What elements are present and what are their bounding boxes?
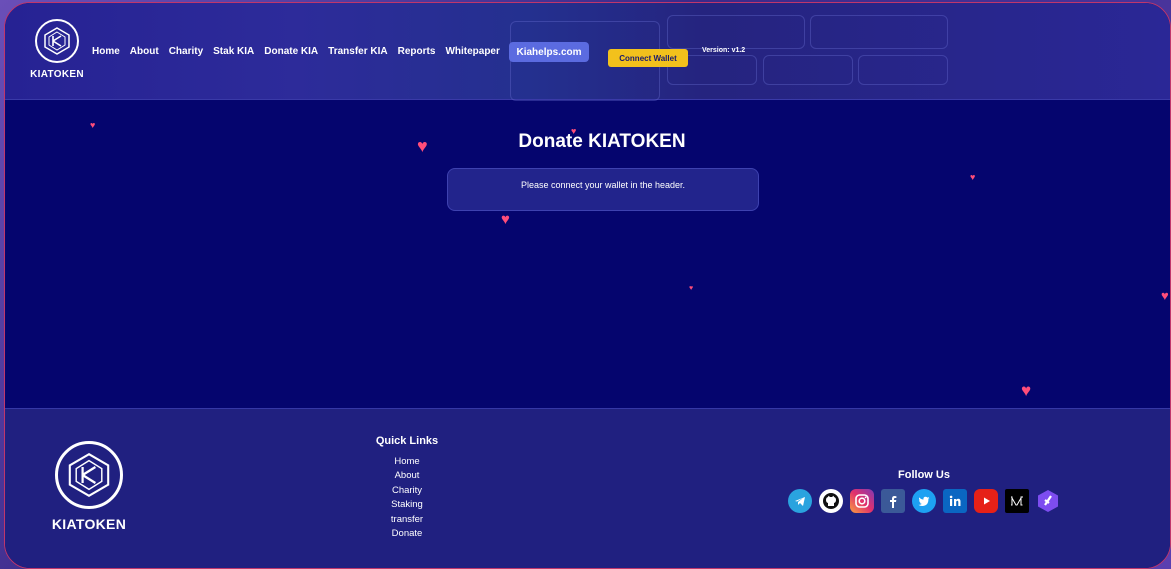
heart-icon: ♥ bbox=[1161, 288, 1169, 303]
heart-icon: ♥ bbox=[689, 285, 694, 292]
footer-link-donate[interactable]: Donate bbox=[367, 527, 447, 541]
heart-icon: ♥ bbox=[417, 136, 428, 156]
nav-transfer-kia[interactable]: Transfer KIA bbox=[328, 46, 387, 57]
facebook-icon[interactable] bbox=[881, 489, 905, 513]
connect-wallet-button[interactable]: Connect Wallet bbox=[608, 49, 688, 67]
github-icon[interactable] bbox=[819, 489, 843, 513]
quick-links: Quick Links Home About Charity Staking t… bbox=[367, 435, 447, 541]
kiahelps-link-button[interactable]: Kiahelps.com bbox=[509, 42, 589, 62]
heart-icon: ♥ bbox=[571, 126, 577, 136]
nav-about[interactable]: About bbox=[130, 46, 159, 57]
notice-text: Please connect your wallet in the header… bbox=[520, 180, 686, 190]
follow-us-title: Follow Us bbox=[898, 469, 950, 481]
version-label: Version: v1.2 bbox=[702, 47, 746, 54]
social-icons bbox=[769, 489, 1079, 513]
footer-link-home[interactable]: Home bbox=[367, 455, 447, 469]
youtube-icon[interactable] bbox=[974, 489, 998, 513]
header-logo[interactable]: KIATOKEN bbox=[27, 19, 87, 80]
footer-link-staking[interactable]: Staking bbox=[367, 498, 447, 512]
heart-icon: ♥ bbox=[501, 211, 510, 228]
kiatoken-logo-icon bbox=[55, 441, 123, 509]
header-logo-text: KIATOKEN bbox=[30, 69, 84, 80]
twitter-icon[interactable] bbox=[912, 489, 936, 513]
telegram-icon[interactable] bbox=[788, 489, 812, 513]
heart-icon: ♥ bbox=[1021, 381, 1032, 400]
footer-link-transfer[interactable]: transfer bbox=[367, 513, 447, 527]
main-nav: Home About Charity Stak KIA Donate KIA T… bbox=[92, 46, 510, 57]
medium-icon[interactable] bbox=[1005, 489, 1029, 513]
linkedin-icon[interactable] bbox=[943, 489, 967, 513]
page-title: Donate KIATOKEN bbox=[518, 131, 686, 152]
nav-donate-kia[interactable]: Donate KIA bbox=[264, 46, 318, 57]
page-frame: KIATOKEN Home About Charity Stak KIA Don… bbox=[4, 2, 1171, 569]
quick-links-title: Quick Links bbox=[375, 435, 439, 447]
nav-reports[interactable]: Reports bbox=[398, 46, 436, 57]
footer: KIATOKEN Quick Links Home About Charity … bbox=[5, 408, 1170, 568]
connect-wallet-notice: Please connect your wallet in the header… bbox=[447, 168, 759, 211]
nav-stak-kia[interactable]: Stak KIA bbox=[213, 46, 254, 57]
footer-logo-text: KIATOKEN bbox=[51, 516, 127, 532]
nav-whitepaper[interactable]: Whitepaper bbox=[445, 46, 499, 57]
nav-home[interactable]: Home bbox=[92, 46, 120, 57]
header: KIATOKEN Home About Charity Stak KIA Don… bbox=[5, 3, 1170, 101]
instagram-icon[interactable] bbox=[850, 489, 874, 513]
follow-us: Follow Us bbox=[769, 469, 1079, 513]
nav-charity[interactable]: Charity bbox=[169, 46, 203, 57]
footer-logo[interactable]: KIATOKEN bbox=[47, 441, 131, 532]
kiatoken-logo-icon bbox=[35, 19, 79, 63]
kia-app-icon[interactable] bbox=[1036, 489, 1060, 513]
footer-link-about[interactable]: About bbox=[367, 469, 447, 483]
heart-icon: ♥ bbox=[90, 120, 96, 130]
heart-icon: ♥ bbox=[970, 172, 976, 182]
footer-link-charity[interactable]: Charity bbox=[367, 484, 447, 498]
